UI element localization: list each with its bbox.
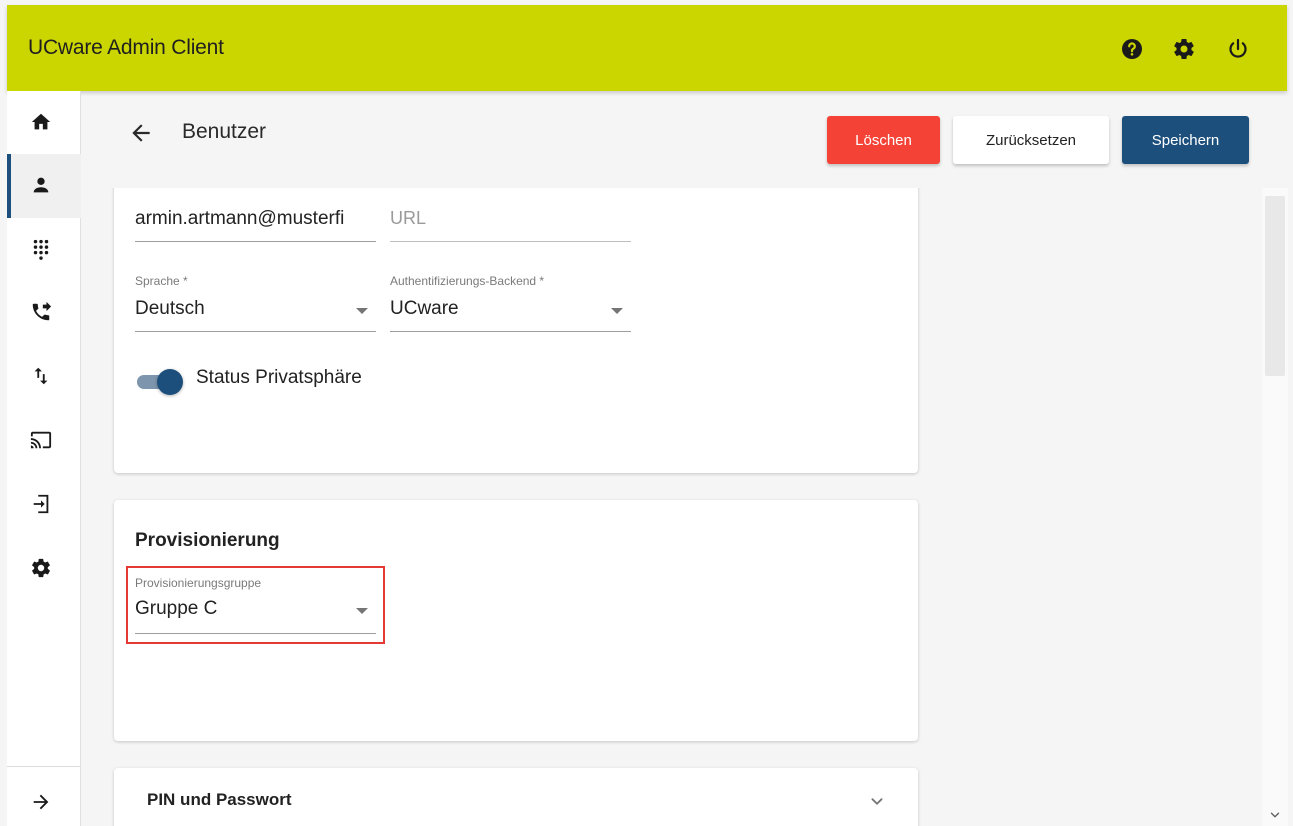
app-title: UCware Admin Client — [28, 36, 224, 59]
arrow-forward-icon — [33, 794, 49, 810]
auth-backend-select[interactable]: Authentifizierungs-Backend * UCware — [390, 274, 631, 332]
dialpad-icon — [33, 239, 49, 260]
reset-button[interactable]: Zurücksetzen — [953, 116, 1109, 164]
settings-icon[interactable] — [1172, 37, 1196, 61]
language-label: Sprache * — [135, 274, 188, 288]
sidebar-item-users[interactable] — [7, 154, 81, 218]
provisioning-title: Provisionierung — [135, 530, 280, 551]
sidebar-item-login[interactable] — [7, 473, 81, 537]
pin-password-panel[interactable]: PIN und Passwort — [114, 768, 918, 826]
sidebar-expand-button[interactable] — [7, 771, 81, 826]
delete-button[interactable]: Löschen — [827, 116, 940, 164]
user-settings-card: armin.artmann@musterfi URL Sprache * Deu… — [114, 188, 918, 473]
language-select[interactable]: Sprache * Deutsch — [135, 274, 376, 332]
email-field[interactable]: armin.artmann@musterfi — [135, 202, 376, 242]
power-icon[interactable] — [1226, 37, 1250, 61]
chevron-down-icon — [356, 308, 368, 314]
gear-icon — [32, 558, 50, 578]
sidebar-item-devices[interactable] — [7, 409, 81, 473]
cast-icon — [30, 431, 52, 449]
sidebar-divider — [7, 766, 81, 767]
sidebar-item-call-forwarding[interactable] — [7, 281, 81, 345]
scrollbar-thumb[interactable] — [1265, 196, 1285, 376]
chevron-down-icon — [611, 308, 623, 314]
login-icon — [33, 494, 49, 514]
save-button[interactable]: Speichern — [1122, 116, 1249, 164]
provisioning-group-value: Gruppe C — [135, 598, 218, 619]
auth-backend-label: Authentifizierungs-Backend * — [390, 274, 545, 288]
help-icon[interactable] — [1120, 37, 1144, 61]
arrow-back-icon — [132, 124, 150, 142]
sidebar-item-dialpad[interactable] — [7, 218, 81, 282]
chevron-down-icon — [356, 608, 368, 614]
home-icon — [31, 113, 51, 130]
sidebar-nav — [7, 91, 81, 826]
provisioning-card: Provisionierung Provisionierungsgruppe G… — [114, 500, 918, 741]
pin-password-title: PIN und Passwort — [147, 790, 292, 809]
provisioning-group-label: Provisionierungsgruppe — [135, 576, 262, 590]
url-placeholder: URL — [390, 208, 427, 228]
sidebar-item-home[interactable] — [7, 91, 81, 155]
provisioning-group-select[interactable]: Provisionierungsgruppe Gruppe C — [135, 576, 376, 634]
auth-backend-value: UCware — [390, 298, 459, 319]
privacy-status-label: Status Privatsphäre — [196, 367, 362, 388]
phone-forwarded-icon — [32, 301, 52, 321]
sidebar-item-settings[interactable] — [7, 537, 81, 601]
scrollbar[interactable] — [1262, 188, 1288, 826]
swap-vert-icon — [34, 367, 48, 385]
url-field[interactable]: URL — [390, 202, 631, 242]
back-button[interactable] — [128, 120, 154, 146]
scroll-down-arrow[interactable] — [1268, 808, 1282, 822]
language-value: Deutsch — [135, 298, 205, 319]
chevron-down-icon[interactable] — [866, 790, 888, 812]
email-value: armin.artmann@musterfi — [135, 208, 345, 229]
person-icon — [33, 177, 49, 193]
sidebar-item-routing[interactable] — [7, 345, 81, 409]
privacy-status-toggle[interactable] — [135, 368, 185, 396]
content-area: armin.artmann@musterfi URL Sprache * Deu… — [86, 188, 1262, 826]
top-app-bar: UCware Admin Client — [7, 5, 1287, 91]
page-title: Benutzer — [182, 120, 267, 143]
